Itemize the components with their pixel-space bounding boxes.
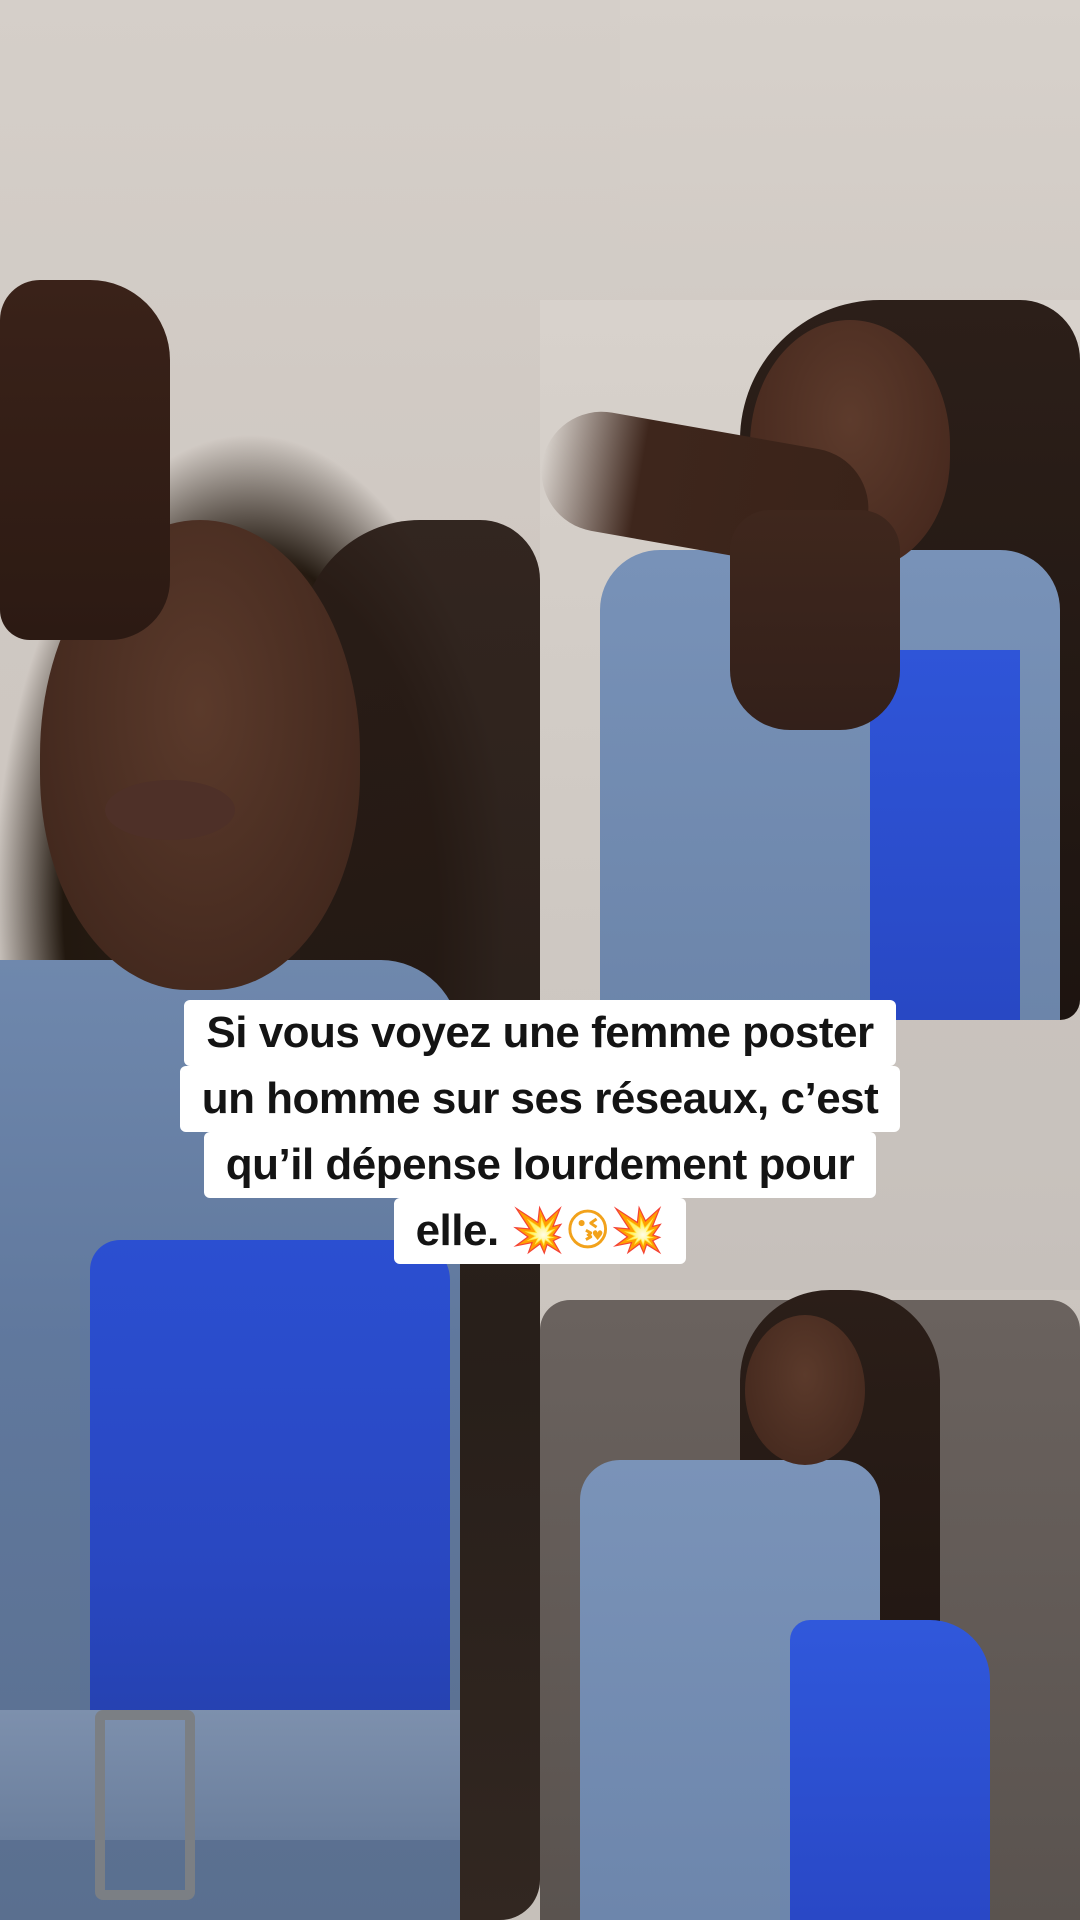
photo-bottom-right: [540, 1290, 1080, 1920]
hand-shape: [0, 280, 170, 640]
blue-shirt-shape: [790, 1620, 990, 1920]
blue-shirt-shape: [870, 650, 1020, 1020]
face-shape: [745, 1315, 865, 1465]
caption-line-3: qu’il dépense lourdement pour: [203, 1132, 877, 1198]
hand-shape: [730, 510, 900, 730]
caption-line-2: un homme sur ses réseaux, c’est: [179, 1066, 901, 1132]
kiss-face-emoji-icon: 😘: [564, 1206, 611, 1255]
belt-buckle-shape: [95, 1710, 195, 1900]
photo-left-closeup: [0, 0, 620, 1920]
caption-line-4: elle. 💥😘💥: [393, 1198, 687, 1264]
caption-line-4-text: elle.: [415, 1206, 500, 1255]
collision-emoji-icon: 💥: [510, 1206, 565, 1255]
video-frame[interactable]: Si vous voyez une femme poster un homme …: [0, 0, 1080, 1920]
photo-top-right: [540, 300, 1080, 1020]
video-caption: Si vous voyez une femme poster un homme …: [0, 1000, 1080, 1264]
collision-emoji-icon: 💥: [610, 1206, 665, 1255]
caption-line-1: Si vous voyez une femme poster: [184, 1000, 896, 1066]
lips-shape: [105, 780, 235, 840]
belt-shape: [0, 1710, 460, 1840]
